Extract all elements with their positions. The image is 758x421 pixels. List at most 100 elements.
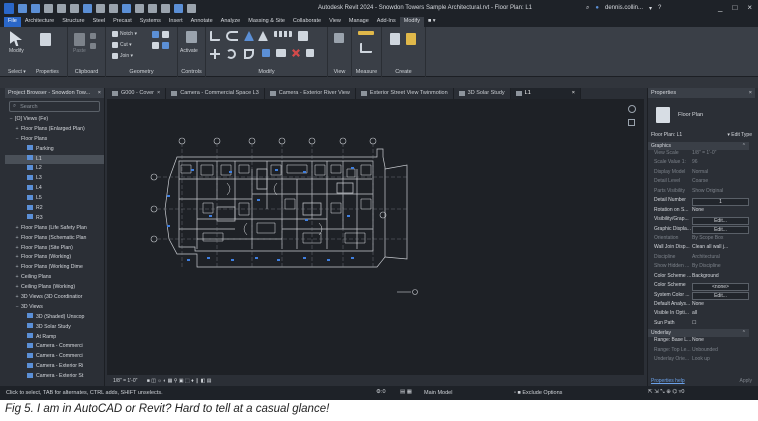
property-value[interactable]: None [692,301,749,310]
design-options-icons[interactable]: ▤ ▦ [400,389,412,395]
main-model-select[interactable]: Main Model [424,390,452,396]
tree-item[interactable]: Parking [5,145,104,155]
offset-icon[interactable] [226,31,238,41]
split-icon[interactable] [274,31,292,37]
menu-collaborate[interactable]: Collaborate [289,17,325,27]
tree-item[interactable]: Camera - Commerci [5,342,104,352]
underlay-section-header[interactable]: Underlay ⌃ [648,329,749,338]
property-row[interactable]: Default Analys... None [648,301,749,310]
scale-icon[interactable] [306,49,314,57]
tree-item[interactable]: R2 [5,204,104,214]
tree-item[interactable]: + Floor Plans (Site Plan) [5,244,104,254]
notch-icon[interactable] [112,31,118,37]
selection-filter-icons[interactable]: ⇱ ⇲ ⤡ ⊕ ⌬ ▿0 [648,389,685,396]
menu-architecture[interactable]: Architecture [21,17,58,27]
copy-icon[interactable] [90,33,96,39]
tree-item[interactable]: − [O] Views (Fe) [5,115,104,125]
view-scale[interactable]: 1/8" = 1'-0" [113,378,137,384]
property-row[interactable]: Parts Visibility Show Original [648,188,749,197]
property-row[interactable]: Graphic Displa... Edit... [648,226,749,235]
exclude-options-checkbox[interactable]: ▫ ■ Exclude Options [514,390,562,396]
cart-icon[interactable]: ▾ [649,5,652,12]
tab-camera-commercial[interactable]: Camera - Commercial Space L3 [166,88,265,99]
property-row[interactable]: Color Scheme ... Background [648,273,749,282]
tab-close-icon[interactable]: × [157,90,160,96]
tree-item[interactable]: −3D Views [5,303,104,313]
tree-item[interactable]: Camera - Exterior St [5,372,104,382]
open-icon[interactable] [18,4,27,13]
close-button[interactable]: × [747,3,752,12]
menu-file[interactable]: File [4,17,21,27]
menu-analyze[interactable]: Analyze [217,17,245,27]
tab-camera-exterior-river[interactable]: Camera - Exterior River View [265,88,356,99]
maximize-button[interactable]: □ [732,3,737,12]
expand-icon[interactable]: + [13,283,21,293]
menu-systems[interactable]: Systems [136,17,165,27]
zoom-region-icon[interactable] [628,119,635,126]
paint-icon[interactable] [162,31,169,38]
delete-icon[interactable] [292,49,300,57]
property-value[interactable]: Clean all wall j... [692,244,749,253]
activate-button[interactable]: Activate [180,48,198,54]
apply-button[interactable]: Apply [739,378,752,384]
tree-item[interactable]: + Floor Plans (Schematic Plan [5,234,104,244]
expand-icon[interactable]: + [13,263,21,273]
property-row[interactable]: Underlay Orie... Look up [648,356,749,365]
properties-help-link[interactable]: Properties help [651,378,685,384]
property-value[interactable]: None [692,207,749,216]
menu-steel[interactable]: Steel [89,17,110,27]
property-value[interactable]: ☐ [692,320,749,329]
worksets-icon[interactable]: ⚙:0 [376,389,386,395]
tree-item[interactable]: L1 [5,154,104,165]
menu-annotate[interactable]: Annotate [187,17,217,27]
property-value[interactable]: Background [692,273,749,282]
type-selector[interactable]: Floor Plan [648,98,755,132]
notch-button[interactable]: Notch ▾ [120,31,137,37]
tree-item[interactable]: − Floor Plans [5,135,104,145]
property-value[interactable]: 1/8" = 1'-0" [692,150,749,159]
tree-item[interactable]: L3 [5,174,104,184]
copy-element-icon[interactable] [262,49,270,57]
tab-3d-solar-study[interactable]: 3D Solar Study [454,88,511,99]
instance-selector[interactable]: Floor Plan: L1 [651,132,682,142]
tab-l1[interactable]: L1 × [510,88,582,99]
modify-button[interactable]: Modify [9,48,24,54]
property-value[interactable]: Show Original [692,188,749,197]
sync-icon[interactable] [44,4,53,13]
property-value[interactable]: By Scope Box [692,235,749,244]
tree-item[interactable]: + Floor Plans (Enlarged Plan) [5,125,104,135]
expand-icon[interactable]: + [13,244,21,254]
property-row[interactable]: Detail Number 1 [648,197,749,206]
measure-icon[interactable] [96,4,105,13]
property-row[interactable]: Rotation on S... None [648,207,749,216]
help-icon[interactable]: ? [658,5,661,12]
user-icon[interactable]: ● [595,5,599,12]
tree-item[interactable]: R3 [5,214,104,224]
demolish-icon[interactable] [162,42,169,49]
save-icon[interactable] [31,4,40,13]
revit-logo-icon[interactable] [4,3,14,14]
steering-wheel-icon[interactable] [627,105,636,113]
property-value[interactable]: By Discipline [692,263,749,272]
user-name[interactable]: dennis.collin... [605,5,643,12]
property-row[interactable]: Scale Value 1: 96 [648,159,749,168]
switch-windows-icon[interactable] [174,4,183,13]
menu-manage[interactable]: Manage [345,17,373,27]
property-value[interactable]: Normal [692,169,749,178]
tree-item[interactable]: + Ceiling Plans (Working) [5,283,104,293]
view-control-icons[interactable]: ■ ◫ ☼ ◐ ▦ ⚲ ▣ ⬚ ♦ ❙ ◧ ▤ [147,378,212,384]
menu-extra-icon[interactable]: ■ ▾ [424,17,440,27]
tree-item[interactable]: L5 [5,194,104,204]
properties-icon[interactable] [40,33,51,46]
property-value[interactable]: <none> [692,282,749,291]
rotate-icon[interactable] [226,49,236,59]
menu-modify[interactable]: Modify [399,17,424,27]
property-row[interactable]: Visible In Opti... all [648,310,749,319]
array-icon[interactable] [276,49,286,57]
print-icon[interactable] [83,4,92,13]
tree-item[interactable]: + Floor Plans (Working Dime [5,263,104,273]
tree-item[interactable]: Camera - Exterior Ri [5,362,104,372]
hide-icon[interactable] [334,33,344,43]
tree-item[interactable]: + Ceiling Plans [5,273,104,283]
create-assembly-icon[interactable] [390,33,400,45]
